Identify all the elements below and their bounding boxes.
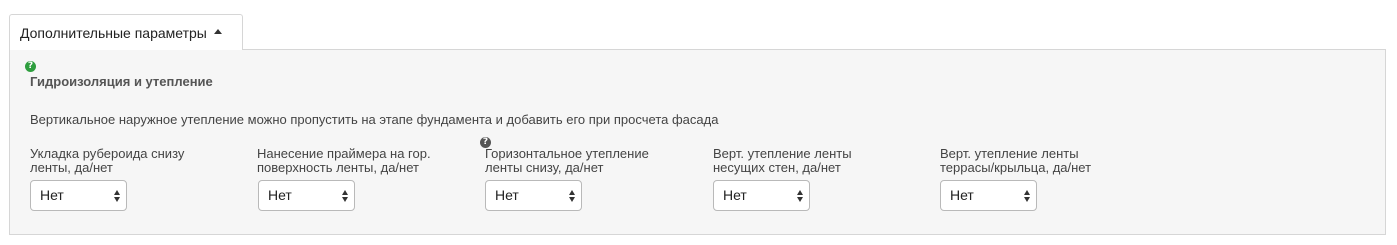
vertical-insulation-walls-select[interactable]: Нет — [713, 180, 810, 211]
field-primer: Нанесение праймера на гор. поверхность л… — [257, 147, 472, 175]
tab-additional-parameters[interactable]: Дополнительные параметры — [9, 14, 243, 50]
horizontal-insulation-select[interactable]: Нет — [485, 180, 582, 211]
primer-select[interactable]: Нет — [258, 180, 355, 211]
tab-label: Дополнительные параметры — [20, 24, 207, 41]
field-vertical-insulation-walls: Верт. утепление ленты несущих стен, да/н… — [713, 147, 873, 175]
section-note: Вертикальное наружное утепление можно пр… — [30, 112, 719, 127]
select-arrows-icon — [1024, 189, 1031, 203]
field-horizontal-insulation: Горизонтальное утепление ленты снизу, да… — [485, 147, 675, 175]
vertical-insulation-terrace-select[interactable]: Нет — [940, 180, 1037, 211]
field-vertical-insulation-terrace: Верт. утепление ленты террасы/крыльца, д… — [940, 147, 1115, 175]
field-label: Нанесение праймера на гор. поверхность л… — [257, 146, 431, 175]
select-value: Нет — [950, 187, 974, 203]
field-roofing-felt: Укладка рубероида снизу ленты, да/нет — [30, 147, 205, 175]
help-icon[interactable]: ? — [25, 61, 36, 72]
additional-parameters-panel — [9, 49, 1386, 235]
roofing-felt-select[interactable]: Нет — [30, 180, 127, 211]
select-arrows-icon — [114, 189, 121, 203]
caret-up-icon — [213, 29, 222, 34]
select-value: Нет — [723, 187, 747, 203]
select-arrows-icon — [569, 189, 576, 203]
section-title: Гидроизоляция и утепление — [30, 74, 213, 89]
field-label: Верт. утепление ленты террасы/крыльца, д… — [940, 146, 1092, 175]
select-value: Нет — [495, 187, 519, 203]
select-arrows-icon — [342, 189, 349, 203]
select-value: Нет — [268, 187, 292, 203]
select-arrows-icon — [797, 189, 804, 203]
field-label: Верт. утепление ленты несущих стен, да/н… — [713, 146, 852, 175]
select-value: Нет — [40, 187, 64, 203]
field-label: Укладка рубероида снизу ленты, да/нет — [30, 146, 185, 175]
field-label: Горизонтальное утепление ленты снизу, да… — [485, 146, 649, 175]
